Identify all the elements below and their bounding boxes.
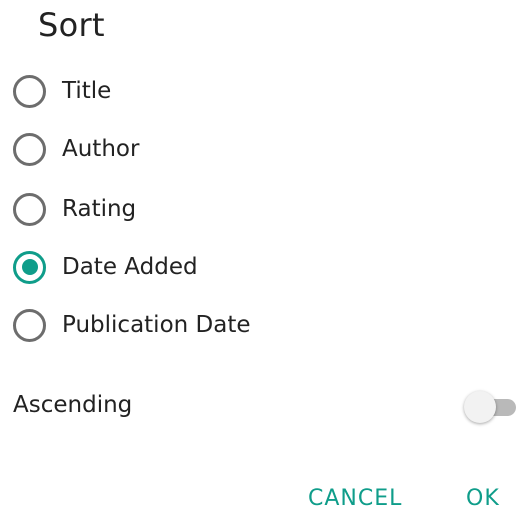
switch-thumb	[464, 391, 496, 423]
ascending-label: Ascending	[13, 392, 133, 418]
radio-button-rating[interactable]	[13, 192, 46, 226]
sort-option-label-author: Author	[62, 136, 140, 162]
sort-option-label-title: Title	[62, 78, 112, 104]
sort-option-label-rating: Rating	[62, 196, 137, 222]
ascending-row: Ascending	[0, 382, 524, 430]
cancel-button[interactable]: CANCEL	[308, 486, 402, 511]
ok-button[interactable]: OK	[466, 486, 500, 511]
radio-button-title[interactable]	[13, 74, 46, 108]
sort-option-label-publication-date: Publication Date	[62, 312, 251, 338]
radio-button-date-added[interactable]	[13, 250, 46, 284]
radio-button-publication-date[interactable]	[13, 308, 46, 342]
dialog-actions: CANCEL OK	[0, 480, 524, 516]
sort-option-title[interactable]: Title	[0, 62, 360, 120]
sort-option-publication-date[interactable]: Publication Date	[0, 296, 360, 354]
dialog-title: Sort	[38, 6, 105, 44]
sort-option-rating[interactable]: Rating	[0, 180, 360, 238]
sort-option-label-date-added: Date Added	[62, 254, 198, 280]
ascending-toggle-switch[interactable]	[464, 390, 524, 424]
sort-option-date-added[interactable]: Date Added	[0, 238, 360, 296]
sort-option-author[interactable]: Author	[0, 120, 360, 178]
radio-button-author[interactable]	[13, 132, 46, 166]
sort-dialog: Sort Title Author Rating Date Added Publ…	[0, 0, 524, 516]
